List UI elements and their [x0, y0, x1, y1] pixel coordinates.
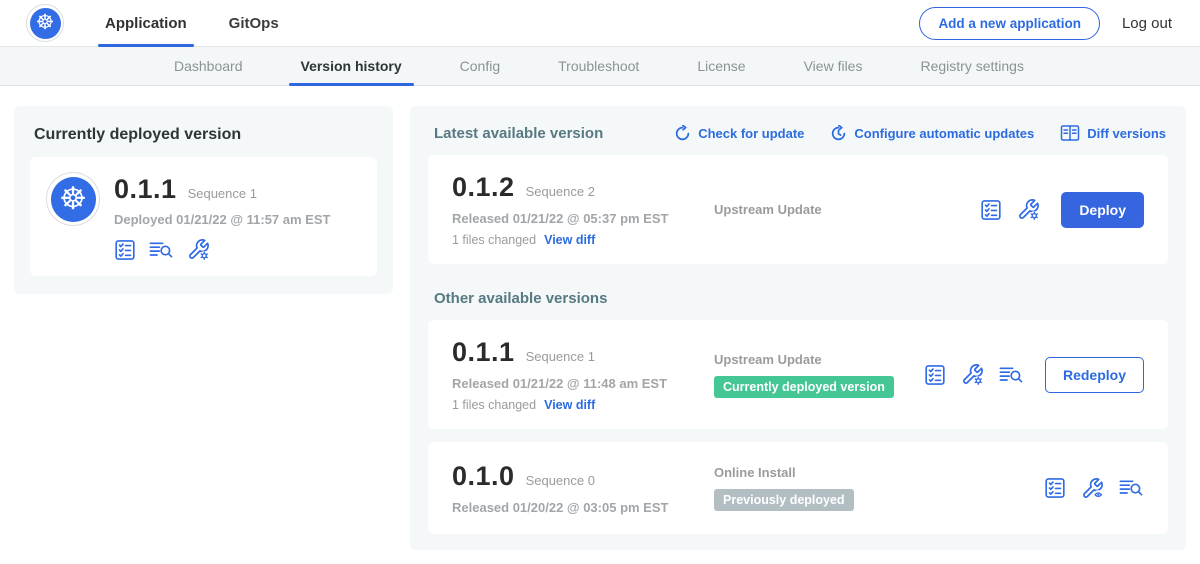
diff-versions-link[interactable]: Diff versions	[1060, 124, 1166, 142]
main-content: Currently deployed version ☸ 0.1.1 Seque…	[0, 86, 1200, 550]
logs-icon[interactable]	[149, 240, 174, 260]
kubernetes-icon: ☸	[51, 177, 96, 222]
config-icon[interactable]	[187, 238, 210, 261]
version-info: 0.1.2 Sequence 2 Released 01/21/22 @ 05:…	[452, 172, 714, 247]
version-history-panel: Latest available version Check for updat…	[410, 106, 1186, 550]
released-timestamp: Released 01/20/22 @ 03:05 pm EST	[452, 500, 714, 515]
deployed-version-info: 0.1.1 Sequence 1 Deployed 01/21/22 @ 11:…	[114, 172, 330, 261]
logs-icon[interactable]	[1119, 478, 1144, 498]
files-changed-label: 1 files changed	[452, 233, 536, 247]
deployed-sequence-label: Sequence 1	[188, 186, 257, 201]
previously-deployed-badge: Previously deployed	[714, 489, 854, 511]
diff-versions-label: Diff versions	[1087, 126, 1166, 141]
version-number: 0.1.0	[452, 461, 515, 492]
source-label: Upstream Update	[714, 352, 822, 367]
version-info: 0.1.0 Sequence 0 Released 01/20/22 @ 03:…	[452, 461, 714, 515]
files-changed-label: 1 files changed	[452, 398, 536, 412]
configure-automatic-updates-label: Configure automatic updates	[854, 126, 1034, 141]
release-notes-icon[interactable]	[1044, 477, 1066, 499]
deploy-button[interactable]: Deploy	[1061, 192, 1144, 228]
tab-application[interactable]: Application	[92, 0, 200, 46]
subnav-tab-version-history[interactable]: Version history	[287, 47, 416, 85]
app-icon: ☸	[46, 172, 100, 226]
version-source: Upstream Update	[714, 202, 980, 217]
deployed-timestamp: Deployed 01/21/22 @ 11:57 am EST	[114, 212, 330, 227]
latest-version-header: Latest available version Check for updat…	[428, 120, 1168, 142]
subnav-tab-view-files[interactable]: View files	[790, 47, 877, 85]
version-source: Online Install Previously deployed	[714, 465, 1044, 511]
deployed-version-card: ☸ 0.1.1 Sequence 1 Deployed 01/21/22 @ 1…	[30, 157, 377, 276]
header-tabs: Application GitOps	[92, 0, 292, 46]
kubernetes-icon: ☸	[30, 8, 61, 39]
sequence-label: Sequence 2	[526, 184, 595, 199]
view-diff-link[interactable]: View diff	[544, 233, 595, 247]
header-right: Add a new application Log out	[919, 7, 1172, 40]
sequence-label: Sequence 0	[526, 473, 595, 488]
config-view-icon[interactable]	[1081, 477, 1104, 500]
currently-deployed-title: Currently deployed version	[30, 122, 377, 144]
deployed-version-number: 0.1.1	[114, 174, 177, 205]
version-info: 0.1.1 Sequence 1 Released 01/21/22 @ 11:…	[452, 337, 714, 412]
released-timestamp: Released 01/21/22 @ 11:48 am EST	[452, 376, 714, 391]
release-notes-icon[interactable]	[114, 239, 136, 261]
version-number: 0.1.1	[452, 337, 515, 368]
version-number: 0.1.2	[452, 172, 515, 203]
version-row-0-1-2: 0.1.2 Sequence 2 Released 01/21/22 @ 05:…	[428, 155, 1168, 264]
configure-automatic-updates-link[interactable]: Configure automatic updates	[830, 125, 1034, 142]
top-header: ☸ Application GitOps Add a new applicati…	[0, 0, 1200, 47]
version-row-0-1-1: 0.1.1 Sequence 1 Released 01/21/22 @ 11:…	[428, 320, 1168, 429]
source-label: Online Install	[714, 465, 796, 480]
latest-version-title: Latest available version	[434, 125, 603, 142]
tab-gitops[interactable]: GitOps	[216, 0, 292, 46]
refresh-icon	[674, 125, 691, 142]
subnav-tab-dashboard[interactable]: Dashboard	[160, 47, 257, 85]
check-for-update-label: Check for update	[698, 126, 804, 141]
diff-icon	[1060, 124, 1080, 142]
subnav-tab-config[interactable]: Config	[446, 47, 514, 85]
check-for-update-link[interactable]: Check for update	[674, 125, 804, 142]
app-subnav: Dashboard Version history Config Trouble…	[0, 47, 1200, 86]
config-icon[interactable]	[1017, 198, 1040, 221]
version-actions: Redeploy	[924, 357, 1144, 393]
version-source: Upstream Update Currently deployed versi…	[714, 352, 924, 398]
version-actions: Deploy	[980, 192, 1144, 228]
config-icon[interactable]	[961, 363, 984, 386]
subnav-tab-license[interactable]: License	[683, 47, 759, 85]
release-notes-icon[interactable]	[980, 199, 1002, 221]
other-versions-title: Other available versions	[434, 290, 1168, 307]
view-diff-link[interactable]: View diff	[544, 398, 595, 412]
schedule-icon	[830, 125, 847, 142]
currently-deployed-panel: Currently deployed version ☸ 0.1.1 Seque…	[14, 106, 393, 294]
add-application-button[interactable]: Add a new application	[919, 7, 1100, 40]
version-row-0-1-0: 0.1.0 Sequence 0 Released 01/20/22 @ 03:…	[428, 442, 1168, 534]
redeploy-button[interactable]: Redeploy	[1045, 357, 1144, 393]
sequence-label: Sequence 1	[526, 349, 595, 364]
app-logo[interactable]: ☸	[26, 4, 64, 42]
subnav-tab-registry-settings[interactable]: Registry settings	[906, 47, 1037, 85]
logs-icon[interactable]	[999, 365, 1024, 385]
subnav-tab-troubleshoot[interactable]: Troubleshoot	[544, 47, 653, 85]
logout-button[interactable]: Log out	[1122, 15, 1172, 32]
panel-actions: Check for update Configure automatic upd…	[674, 124, 1166, 142]
currently-deployed-badge: Currently deployed version	[714, 376, 894, 398]
release-notes-icon[interactable]	[924, 364, 946, 386]
source-label: Upstream Update	[714, 202, 822, 217]
version-actions	[1044, 477, 1144, 500]
released-timestamp: Released 01/21/22 @ 05:37 pm EST	[452, 211, 714, 226]
